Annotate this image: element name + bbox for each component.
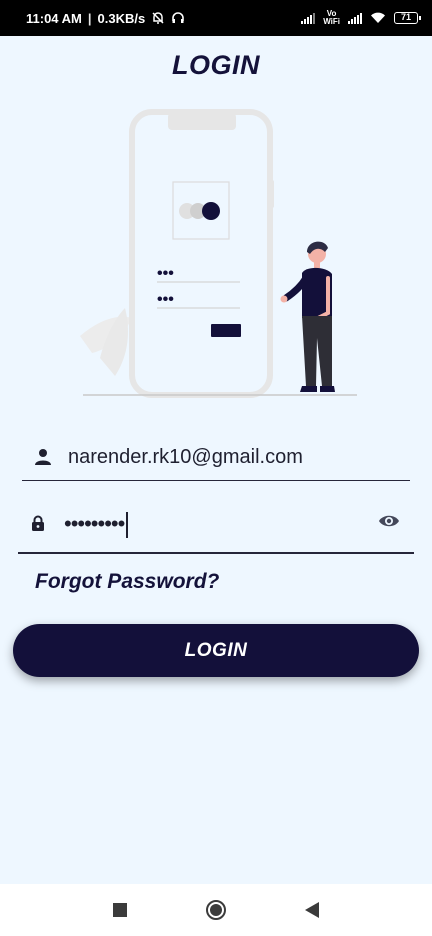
- email-value: narender.rk10@gmail.com: [68, 446, 303, 468]
- password-value: •••••••••: [64, 511, 129, 539]
- leaf-decoration: [80, 308, 132, 376]
- page-title: LOGIN: [172, 50, 260, 80]
- text-caret: [126, 512, 129, 539]
- status-separator: |: [87, 10, 92, 26]
- vowifi-indicator: Vo WiFi: [323, 9, 340, 26]
- person-illustration: [280, 241, 335, 392]
- svg-text:•••: •••: [157, 291, 174, 308]
- network-speed: 0.3KB/s: [97, 10, 146, 26]
- svg-text:•••: •••: [157, 265, 174, 282]
- status-time: 11:04 AM: [26, 10, 82, 26]
- eye-icon[interactable]: [378, 513, 400, 529]
- email-field[interactable]: narender.rk10@gmail.com: [22, 434, 410, 481]
- phone-illustration: ••• •••: [129, 109, 274, 398]
- status-bar: 11:04 AM | 0.3KB/s Vo WiFi 71: [0, 0, 432, 36]
- password-field[interactable]: •••••••••: [18, 500, 414, 554]
- bell-muted-icon: [152, 12, 164, 24]
- signal-icon-2: [348, 12, 362, 24]
- lock-icon: [32, 515, 44, 531]
- forgot-password-link[interactable]: Forgot Password?: [35, 570, 219, 594]
- login-illustration: ••• •••: [80, 109, 357, 398]
- wifi-icon: [371, 12, 385, 23]
- person-icon: [35, 449, 51, 465]
- home-circle-icon[interactable]: [204, 898, 228, 922]
- password-dots-2: •••: [157, 291, 240, 309]
- signal-icon: [301, 12, 316, 24]
- back-triangle-icon[interactable]: [300, 898, 324, 922]
- status-left: 11:04 AM | 0.3KB/s: [26, 11, 185, 26]
- recents-square-icon[interactable]: [108, 898, 132, 922]
- status-right: Vo WiFi 71: [301, 9, 421, 26]
- navigation-bar: [0, 884, 432, 936]
- password-dots-1: •••: [157, 265, 240, 283]
- login-button[interactable]: LOGIN: [13, 624, 419, 677]
- headphones-icon: [172, 12, 185, 23]
- battery-indicator: 71: [394, 12, 421, 24]
